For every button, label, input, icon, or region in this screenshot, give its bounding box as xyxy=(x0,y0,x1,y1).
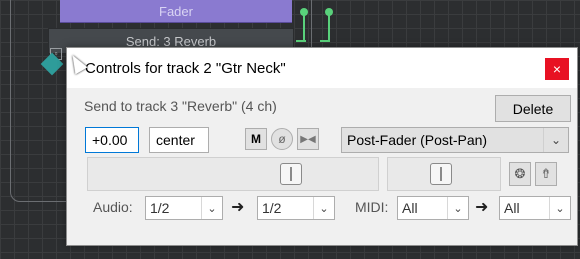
envelope-icon: ❂ xyxy=(514,166,526,181)
midi-dest-select[interactable]: All ⌄ xyxy=(499,196,571,220)
send-volume-input[interactable]: +0.00 xyxy=(85,127,139,153)
send-mode-value: Post-Fader (Post-Pan) xyxy=(347,132,488,148)
volume-slider[interactable] xyxy=(87,157,379,191)
dialog-titlebar[interactable]: Controls for track 2 "Gtr Neck" × xyxy=(67,48,577,88)
chevron-down-icon: ⌄ xyxy=(549,197,570,219)
send-controls-dialog: Controls for track 2 "Gtr Neck" × Send t… xyxy=(66,47,578,246)
route-line-4 xyxy=(320,40,330,42)
chevron-down-icon: ⌄ xyxy=(447,197,468,219)
midi-source-value: All xyxy=(402,200,418,216)
midi-dest-value: All xyxy=(504,200,520,216)
close-button[interactable]: × xyxy=(545,58,569,80)
phase-invert-button[interactable]: ø xyxy=(271,128,293,150)
dialog-title: Controls for track 2 "Gtr Neck" xyxy=(85,59,286,77)
pan-slider[interactable] xyxy=(387,157,501,191)
automation-icon: ⇮ xyxy=(540,166,552,181)
chevron-down-icon: ⌄ xyxy=(543,128,568,152)
midi-label: MIDI: xyxy=(355,199,389,215)
route-line-1 xyxy=(303,12,305,42)
send-pan-input[interactable]: center xyxy=(149,127,209,153)
audio-label: Audio: xyxy=(93,199,133,215)
delete-button[interactable]: Delete xyxy=(495,95,571,122)
envelope-button[interactable]: ❂ xyxy=(509,162,531,186)
send-mode-select[interactable]: Post-Fader (Post-Pan) ⌄ xyxy=(341,127,569,153)
send-description: Send to track 3 "Reverb" (4 ch) xyxy=(84,98,277,114)
midi-arrow-icon: ➜ xyxy=(475,199,489,216)
fader-block[interactable]: Fader xyxy=(60,0,292,23)
dialog-content: Send to track 3 "Reverb" (4 ch) Delete +… xyxy=(67,88,577,245)
audio-dest-value: 1/2 xyxy=(262,200,282,216)
volume-slider-thumb[interactable] xyxy=(280,163,302,185)
audio-dest-select[interactable]: 1/2 ⌄ xyxy=(257,196,335,220)
pan-slider-thumb[interactable] xyxy=(430,163,452,185)
route-line-3 xyxy=(296,40,306,42)
mute-button[interactable]: M xyxy=(245,128,267,150)
chevron-down-icon: ⌄ xyxy=(313,197,334,219)
audio-source-value: 1/2 xyxy=(150,200,170,216)
chevron-down-icon: ⌄ xyxy=(201,197,222,219)
mono-button[interactable]: ▶◀ xyxy=(297,128,319,150)
fader-label: Fader xyxy=(159,3,193,19)
close-icon: × xyxy=(552,61,562,77)
midi-source-select[interactable]: All ⌄ xyxy=(397,196,469,220)
audio-source-select[interactable]: 1/2 ⌄ xyxy=(145,196,223,220)
automation-button[interactable]: ⇮ xyxy=(535,162,557,186)
audio-arrow-icon: ➜ xyxy=(231,199,245,216)
route-line-2 xyxy=(328,12,330,42)
